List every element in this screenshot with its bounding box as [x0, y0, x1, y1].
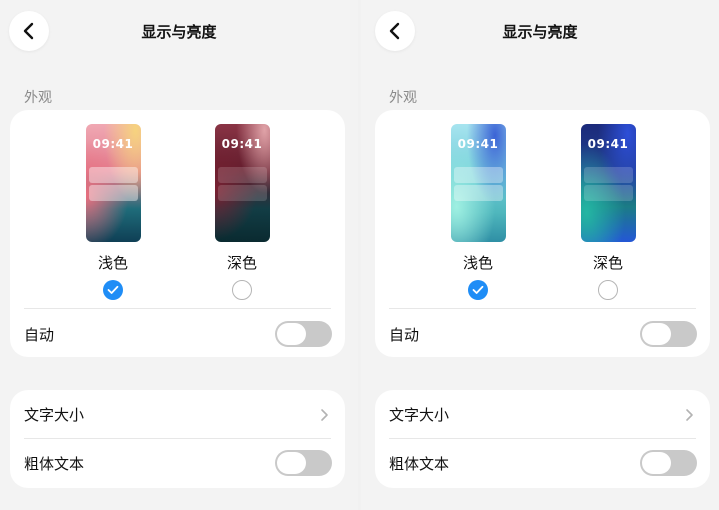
divider: [24, 438, 331, 439]
toggle-knob: [277, 323, 306, 345]
appearance-card: 09:41 浅色 09:41 深色 自动: [10, 110, 345, 357]
preview-widget: [453, 167, 503, 183]
section-label-appearance: 外观: [24, 90, 52, 106]
bold-text-label: 粗体文本: [389, 455, 450, 473]
theme-radio-dark[interactable]: [232, 280, 252, 300]
divider: [389, 438, 696, 439]
font-size-label[interactable]: 文字大小: [389, 404, 449, 425]
theme-label-light: 浅色: [97, 254, 128, 272]
section-label-appearance: 外观: [389, 90, 417, 106]
preview-widget: [453, 185, 503, 201]
toggle-knob: [642, 452, 671, 474]
divider: [24, 308, 331, 309]
preview-time: 09:41: [457, 137, 499, 151]
preview-widget: [217, 167, 267, 183]
theme-option-light[interactable]: 09:41 浅色: [443, 124, 513, 300]
text-settings-card: 文字大小 粗体文本: [10, 390, 345, 488]
theme-radio-light[interactable]: [468, 280, 488, 300]
theme-radio-dark[interactable]: [598, 280, 618, 300]
toggle-knob: [642, 323, 671, 345]
preview-widget: [583, 167, 633, 183]
theme-option-dark[interactable]: 09:41 深色: [207, 124, 277, 300]
dark-theme-preview[interactable]: 09:41: [214, 124, 270, 242]
preview-widget: [88, 185, 138, 201]
theme-option-light[interactable]: 09:41 浅色: [78, 124, 148, 300]
theme-label-dark: 深色: [592, 254, 623, 272]
chevron-right-icon[interactable]: [319, 408, 329, 422]
settings-screen-right: 显示与亮度 外观 09:41 浅色 09:41 深色 自动 文字大小 粗体文本: [361, 0, 719, 510]
preview-widget: [583, 185, 633, 201]
theme-label-light: 浅色: [462, 254, 493, 272]
theme-option-dark[interactable]: 09:41 深色: [573, 124, 643, 300]
toggle-knob: [277, 452, 306, 474]
preview-time: 09:41: [587, 137, 629, 151]
theme-label-dark: 深色: [226, 254, 257, 272]
checkmark-icon: [107, 285, 119, 294]
light-theme-preview[interactable]: 09:41: [450, 124, 506, 242]
bold-text-toggle[interactable]: [275, 450, 332, 476]
bold-text-toggle[interactable]: [640, 450, 697, 476]
preview-time: 09:41: [92, 137, 134, 151]
appearance-card: 09:41 浅色 09:41 深色 自动: [375, 110, 710, 357]
checkmark-icon: [472, 285, 484, 294]
divider: [389, 308, 696, 309]
chevron-right-icon[interactable]: [684, 408, 694, 422]
dark-theme-preview[interactable]: 09:41: [580, 124, 636, 242]
text-settings-card: 文字大小 粗体文本: [375, 390, 710, 488]
page-title: 显示与亮度: [141, 23, 217, 41]
preview-widget: [217, 185, 267, 201]
font-size-label[interactable]: 文字大小: [24, 404, 84, 425]
auto-label: 自动: [389, 326, 420, 344]
preview-time: 09:41: [221, 137, 263, 151]
auto-label: 自动: [24, 326, 55, 344]
page-title: 显示与亮度: [502, 23, 578, 41]
bold-text-label: 粗体文本: [24, 455, 85, 473]
light-theme-preview[interactable]: 09:41: [85, 124, 141, 242]
preview-widget: [88, 167, 138, 183]
auto-toggle[interactable]: [275, 321, 332, 347]
auto-toggle[interactable]: [640, 321, 697, 347]
settings-screen-left: 显示与亮度 外观 09:41 浅色 09:41 深色 自动 文字大小 粗体文本: [0, 0, 358, 510]
theme-radio-light[interactable]: [103, 280, 123, 300]
